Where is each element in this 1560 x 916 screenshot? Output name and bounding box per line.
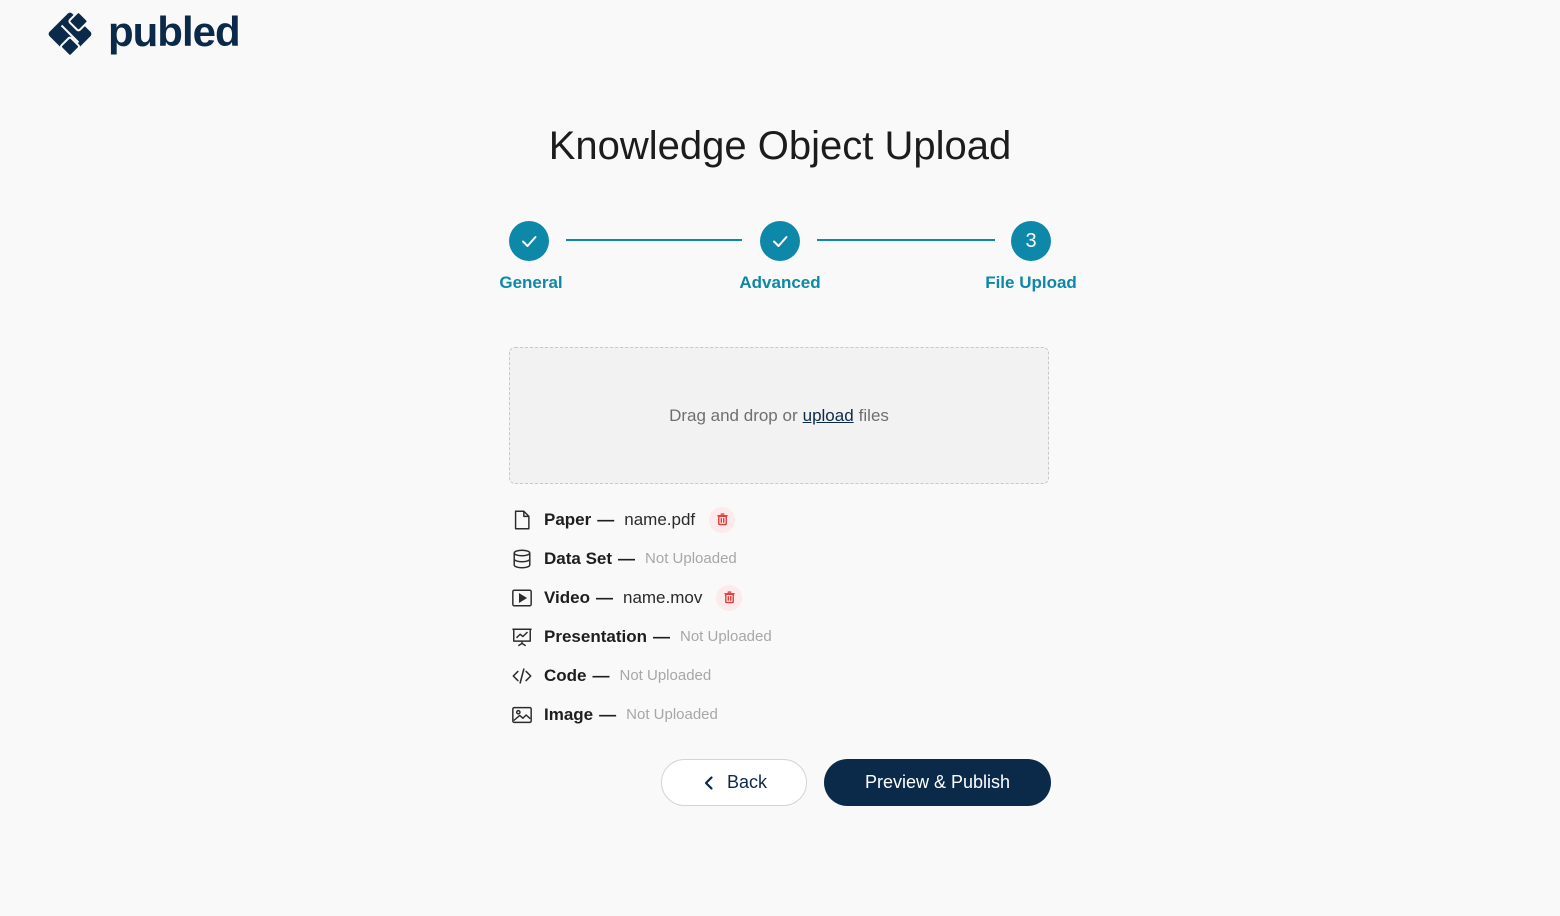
dropzone-text-before: Drag and drop or <box>669 405 798 425</box>
progress-stepper: 3 General Advanced File Upload <box>480 218 1100 298</box>
file-row-presentation: Presentation — Not Uploaded <box>510 617 1070 656</box>
check-icon <box>773 236 788 247</box>
database-icon <box>510 547 534 571</box>
back-button-label: Back <box>726 772 768 792</box>
code-icon <box>510 664 534 688</box>
check-icon <box>522 236 537 247</box>
separator-dash: — <box>652 626 670 646</box>
back-button[interactable]: Back <box>661 759 807 806</box>
file-row-image: Image — Not Uploaded <box>510 695 1070 734</box>
separator-dash: — <box>597 509 615 529</box>
trash-icon <box>717 513 728 526</box>
brand-logo[interactable]: publed <box>42 6 241 62</box>
file-row-paper: Paper — name.pdf <box>510 500 1070 539</box>
file-type-label: Code <box>544 665 587 685</box>
step-general-marker[interactable] <box>509 221 549 261</box>
trash-icon <box>724 591 735 604</box>
separator-dash: — <box>595 587 613 607</box>
step-connector <box>566 239 742 241</box>
upload-page: publed Knowledge Object Upload 3 General… <box>0 0 1560 916</box>
step-label-general[interactable]: General <box>461 273 601 293</box>
step-advanced-marker[interactable] <box>760 221 800 261</box>
step-file-upload-marker[interactable]: 3 <box>1011 221 1051 261</box>
file-list: Paper — name.pdf Data Set — Not Uploaded… <box>510 500 1070 734</box>
dropzone-text-after: files <box>858 405 889 425</box>
upload-link[interactable]: upload <box>803 406 854 426</box>
delete-file-button[interactable] <box>716 584 743 611</box>
upload-status: Not Uploaded <box>626 706 718 723</box>
file-row-code: Code — Not Uploaded <box>510 656 1070 695</box>
delete-file-button[interactable] <box>709 506 736 533</box>
step-label-advanced[interactable]: Advanced <box>710 273 850 293</box>
file-type-label: Presentation <box>544 626 647 646</box>
separator-dash: — <box>599 704 617 724</box>
file-type-label: Image <box>544 704 594 724</box>
file-dropzone[interactable]: Drag and drop or upload files <box>509 347 1049 484</box>
step-connector <box>817 239 995 241</box>
presentation-icon <box>510 625 534 649</box>
upload-status: Not Uploaded <box>619 667 712 684</box>
publed-logo-icon <box>48 11 92 57</box>
file-row-data-set: Data Set — Not Uploaded <box>510 539 1070 578</box>
document-icon <box>510 508 534 532</box>
file-row-video: Video — name.mov <box>510 578 1070 617</box>
chevron-left-icon <box>704 775 713 790</box>
step-label-file-upload[interactable]: File Upload <box>961 273 1101 293</box>
upload-status: Not Uploaded <box>679 628 772 645</box>
image-icon <box>510 703 534 727</box>
file-type-label: Video <box>544 587 590 607</box>
video-icon <box>510 586 534 610</box>
page-title: Knowledge Object Upload <box>548 124 1012 168</box>
upload-status: Not Uploaded <box>645 550 737 567</box>
file-name: name.pdf <box>624 509 696 529</box>
file-type-label: Paper <box>544 509 592 529</box>
separator-dash: — <box>592 665 610 685</box>
brand-name: publed <box>108 8 241 55</box>
file-name: name.mov <box>622 587 703 607</box>
separator-dash: — <box>618 548 636 568</box>
preview-publish-button[interactable]: Preview & Publish <box>824 759 1051 806</box>
file-type-label: Data Set <box>544 548 613 568</box>
